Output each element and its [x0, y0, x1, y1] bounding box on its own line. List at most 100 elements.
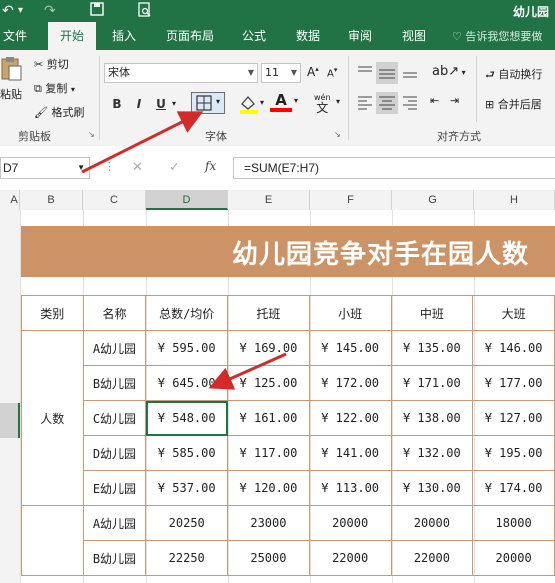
align-center-button[interactable]: [376, 92, 398, 114]
header-cell[interactable]: 小班: [308, 295, 392, 331]
tab-file[interactable]: 文件: [0, 22, 30, 50]
table-cell[interactable]: ¥ 161.00: [227, 400, 310, 436]
table-cell[interactable]: ¥ 135.00: [390, 330, 474, 366]
table-cell[interactable]: 20000: [390, 505, 474, 541]
orientation-dropdown-icon[interactable]: ▾: [459, 68, 466, 77]
wrap-text-button[interactable]: ⮐ 自动换行: [485, 66, 542, 85]
orientation-button[interactable]: ab↗ ▾: [432, 64, 466, 79]
phonetic-button[interactable]: wén 文 ▾: [314, 92, 340, 114]
table-cell[interactable]: 22000: [308, 540, 392, 576]
decrease-indent-icon[interactable]: ⇤: [430, 94, 439, 107]
increase-indent-icon[interactable]: ⇥: [450, 94, 459, 107]
header-cell[interactable]: 总数/均价: [145, 295, 229, 331]
underline-dropdown-icon[interactable]: ▾: [172, 99, 176, 108]
tab-page-layout[interactable]: 页面布局: [158, 22, 222, 50]
font-size-combo[interactable]: 11 ▼: [261, 63, 301, 83]
column-header-f[interactable]: F: [310, 190, 392, 210]
column-header-g[interactable]: G: [392, 190, 474, 210]
undo-icon[interactable]: ↶: [2, 2, 14, 20]
table-cell[interactable]: 20000: [472, 540, 555, 576]
worksheet-grid[interactable]: 幼儿园竞争对手在园人数 类别 名称 总数/均价 托班 小班 中班 大班 人数 A…: [20, 210, 555, 583]
table-cell[interactable]: 22000: [390, 540, 474, 576]
copy-dropdown-icon[interactable]: ▾: [71, 85, 75, 94]
align-middle-button[interactable]: [376, 62, 398, 84]
table-cell[interactable]: 23000: [227, 505, 310, 541]
column-header-a[interactable]: A: [8, 190, 20, 210]
clipboard-launcher-icon[interactable]: ↘: [88, 130, 95, 139]
cut-button[interactable]: ✂ 剪切: [34, 56, 69, 72]
fill-dropdown-icon[interactable]: ▾: [260, 98, 264, 107]
table-cell[interactable]: ¥ 125.00: [227, 365, 310, 401]
format-painter-button[interactable]: 🖌 格式刷: [34, 104, 84, 120]
table-cell[interactable]: ¥ 595.00: [145, 330, 229, 366]
font-launcher-icon[interactable]: ↘: [334, 130, 341, 139]
decrease-font-icon[interactable]: A▾: [327, 66, 337, 79]
align-right-button[interactable]: [401, 94, 421, 112]
table-cell[interactable]: 20000: [308, 505, 392, 541]
table-cell[interactable]: ¥ 171.00: [390, 365, 474, 401]
font-name-combo[interactable]: 宋体 ▼: [104, 63, 258, 83]
table-cell[interactable]: ¥ 145.00: [308, 330, 392, 366]
undo-dropdown-icon[interactable]: ▾: [18, 2, 23, 20]
font-color-button[interactable]: A ▾: [270, 92, 298, 112]
table-cell[interactable]: C幼儿园: [82, 400, 147, 436]
print-preview-icon[interactable]: [138, 2, 152, 23]
table-cell[interactable]: 18000: [472, 505, 555, 541]
formula-input[interactable]: =SUM(E7:H7): [233, 157, 555, 179]
table-cell[interactable]: ¥ 120.00: [227, 470, 310, 506]
table-cell[interactable]: ¥ 169.00: [227, 330, 310, 366]
enter-icon[interactable]: ✓: [169, 160, 180, 175]
save-icon[interactable]: [90, 2, 104, 21]
phonetic-dropdown-icon[interactable]: ▾: [336, 96, 340, 107]
fill-color-button[interactable]: ▾: [238, 94, 264, 117]
table-cell[interactable]: ¥ 146.00: [472, 330, 555, 366]
table-cell[interactable]: ¥ 177.00: [472, 365, 555, 401]
tell-me-box[interactable]: ♡ 告诉我您想要做: [452, 28, 542, 44]
table-cell[interactable]: E幼儿园: [82, 470, 147, 506]
table-cell[interactable]: ¥ 585.00: [145, 435, 229, 471]
column-header-d[interactable]: D: [146, 190, 228, 210]
table-cell[interactable]: ¥ 122.00: [308, 400, 392, 436]
tab-data[interactable]: 数据: [288, 22, 328, 50]
table-cell[interactable]: A幼儿园: [82, 505, 147, 541]
header-cell[interactable]: 名称: [82, 295, 147, 331]
name-box[interactable]: D7 ▼: [0, 157, 90, 179]
table-cell[interactable]: ¥ 174.00: [472, 470, 555, 506]
tab-view[interactable]: 视图: [394, 22, 434, 50]
table-cell[interactable]: ¥ 537.00: [145, 470, 229, 506]
tab-review[interactable]: 审阅: [340, 22, 380, 50]
borders-dropdown-icon[interactable]: ▾: [216, 97, 220, 106]
table-cell[interactable]: ¥ 132.00: [390, 435, 474, 471]
table-cell[interactable]: ¥ 195.00: [472, 435, 555, 471]
header-cell[interactable]: 大班: [472, 295, 555, 331]
header-cell[interactable]: 中班: [390, 295, 474, 331]
column-header-b[interactable]: B: [20, 190, 83, 210]
italic-button[interactable]: I: [130, 95, 148, 113]
selected-cell-d7[interactable]: ¥ 548.00: [145, 400, 229, 436]
table-cell[interactable]: ¥ 645.00: [145, 365, 229, 401]
table-cell[interactable]: 22250: [145, 540, 229, 576]
table-cell[interactable]: 25000: [227, 540, 310, 576]
paste-button[interactable]: 粘贴: [0, 56, 26, 104]
column-header-h[interactable]: H: [474, 190, 555, 210]
table-cell[interactable]: ¥ 138.00: [390, 400, 474, 436]
header-cell[interactable]: 类别: [21, 295, 84, 331]
insert-function-icon[interactable]: fx: [205, 159, 216, 173]
cancel-icon[interactable]: ✕: [132, 160, 143, 175]
table-cell[interactable]: ¥ 141.00: [308, 435, 392, 471]
table-cell[interactable]: ¥ 127.00: [472, 400, 555, 436]
increase-font-icon[interactable]: A▴: [307, 65, 319, 79]
column-header-e[interactable]: E: [228, 190, 310, 210]
table-cell[interactable]: ¥ 113.00: [308, 470, 392, 506]
borders-button[interactable]: ▾: [191, 92, 225, 114]
tab-insert[interactable]: 插入: [104, 22, 144, 50]
align-left-button[interactable]: [356, 94, 376, 112]
table-cell[interactable]: 20250: [145, 505, 229, 541]
font-color-dropdown-icon[interactable]: ▾: [294, 96, 298, 105]
align-bottom-button[interactable]: [401, 64, 421, 82]
table-cell[interactable]: B幼儿园: [82, 365, 147, 401]
table-cell[interactable]: B幼儿园: [82, 540, 147, 576]
table-cell[interactable]: ¥ 130.00: [390, 470, 474, 506]
table-cell[interactable]: A幼儿园: [82, 330, 147, 366]
category-cell[interactable]: 人数: [21, 330, 84, 506]
